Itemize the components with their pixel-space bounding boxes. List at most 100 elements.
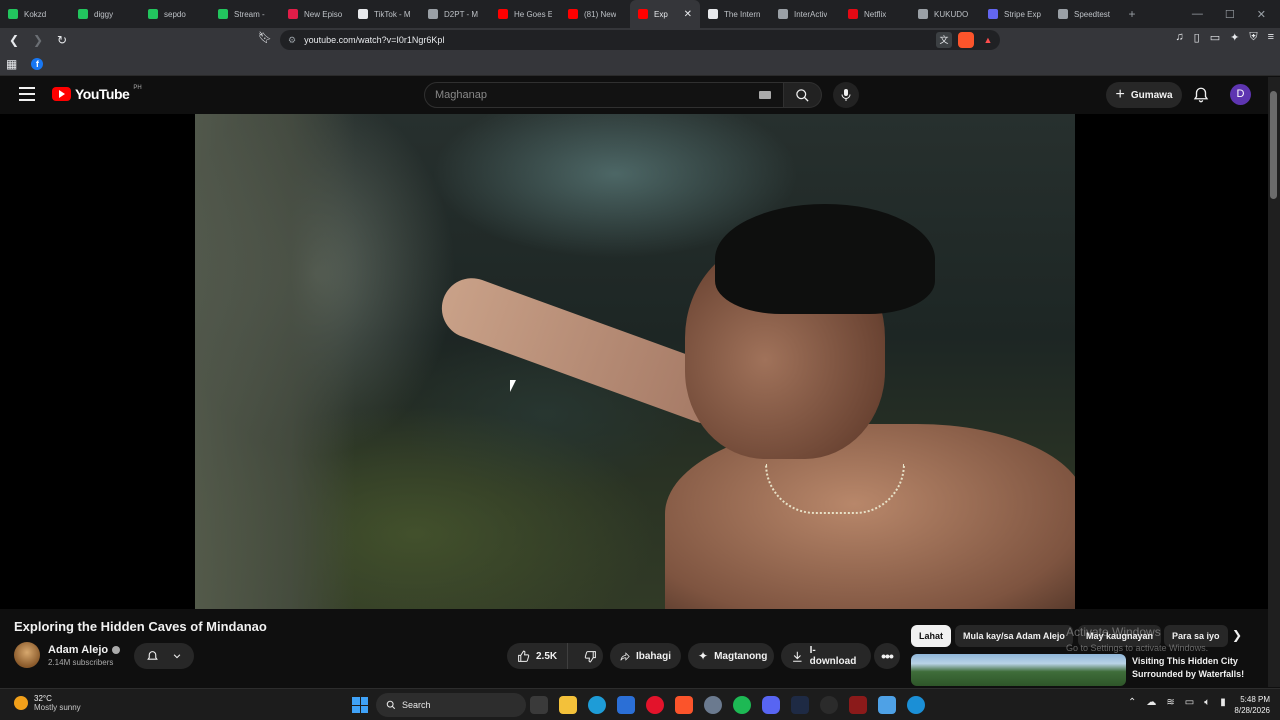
store-icon[interactable] — [617, 696, 635, 714]
browser-tab[interactable]: InterActiv — [770, 0, 840, 28]
hamburger-menu-icon[interactable] — [19, 87, 35, 101]
task-view-icon[interactable] — [530, 696, 548, 714]
browser-tab[interactable]: Exp ✕ — [630, 0, 700, 28]
related-video-title[interactable]: Visiting This Hidden City Surrounded by … — [1132, 655, 1252, 681]
subscription-notifications-button[interactable] — [134, 643, 194, 669]
wallet-icon[interactable]: ▭ — [1210, 31, 1220, 44]
chevron-right-icon[interactable]: ❯ — [1232, 628, 1242, 642]
browser-tab[interactable]: Netflix — [840, 0, 910, 28]
new-tab-icon[interactable]: + — [1120, 7, 1144, 21]
brave-rewards-icon[interactable]: ▲ — [980, 32, 996, 48]
edge-icon[interactable] — [588, 696, 606, 714]
related-video-thumbnail[interactable] — [911, 654, 1126, 686]
tab-favicon-icon — [148, 9, 158, 19]
notepad-icon[interactable] — [878, 696, 896, 714]
vscode-icon[interactable] — [791, 696, 809, 714]
vpn-icon[interactable]: ⛨ — [1249, 31, 1257, 44]
bookmark-icon[interactable]: 🔖︎ — [258, 31, 272, 47]
tab-favicon-icon — [8, 9, 18, 19]
search-box — [424, 82, 784, 108]
filter-chip[interactable]: Mula kay/sa Adam Alejo — [955, 625, 1073, 647]
back-icon[interactable]: ❮ — [4, 33, 24, 47]
settings-icon[interactable] — [704, 696, 722, 714]
spotify-icon[interactable] — [733, 696, 751, 714]
adobe-icon[interactable] — [849, 696, 867, 714]
reload-icon[interactable]: ↻ — [52, 33, 72, 47]
channel-name-row[interactable]: Adam Alejo — [48, 644, 121, 656]
messenger-icon[interactable] — [907, 696, 925, 714]
browser-tab[interactable]: Speedtest — [1050, 0, 1120, 28]
sidebar-icon[interactable]: ▯ — [1194, 31, 1200, 44]
maximize-icon[interactable]: ☐ — [1225, 8, 1235, 21]
tab-favicon-icon — [638, 9, 648, 19]
like-button[interactable]: 2.5K — [507, 643, 569, 669]
file-explorer-icon[interactable] — [559, 696, 577, 714]
wifi-icon[interactable]: ≋ — [1166, 697, 1174, 708]
browser-tab[interactable]: The Intern — [700, 0, 770, 28]
leo-ai-icon[interactable]: ✦ — [1230, 31, 1239, 44]
tab-favicon-icon — [848, 9, 858, 19]
chatgpt-icon[interactable] — [820, 696, 838, 714]
opera-icon[interactable] — [646, 696, 664, 714]
close-window-icon[interactable]: ✕ — [1257, 8, 1266, 21]
ask-button[interactable]: ✦ Magtanong — [688, 643, 774, 669]
search-input[interactable] — [435, 89, 745, 101]
search-button[interactable] — [784, 82, 822, 108]
browser-tab[interactable]: He Goes E — [490, 0, 560, 28]
browser-tab[interactable]: TikTok - M — [350, 0, 420, 28]
account-avatar[interactable]: D — [1230, 84, 1251, 105]
tab-title: Stream - — [234, 9, 265, 19]
create-button[interactable]: + Gumawa — [1106, 82, 1182, 108]
browser-tab[interactable]: Stream - — [210, 0, 280, 28]
channel-avatar[interactable] — [14, 642, 40, 668]
scrollbar-thumb[interactable] — [1270, 91, 1277, 199]
browser-tab[interactable]: diggy — [70, 0, 140, 28]
system-clock[interactable]: 5:48 PM 8/28/2026 — [1226, 694, 1270, 716]
browser-tab[interactable]: Stripe Exp — [980, 0, 1050, 28]
cloud-icon[interactable]: ☁ — [1146, 697, 1156, 708]
media-icon[interactable]: ♫ — [1175, 31, 1183, 44]
download-button[interactable]: I-download — [781, 643, 871, 669]
battery-icon[interactable]: ▮ — [1220, 697, 1226, 708]
browser-tab[interactable]: (81) New — [560, 0, 630, 28]
minimize-icon[interactable]: — — [1192, 8, 1203, 20]
taskbar-search[interactable]: Search — [376, 693, 526, 717]
tab-title: Exp — [654, 9, 668, 19]
translate-icon[interactable]: 文 — [936, 32, 952, 48]
discord-icon[interactable] — [762, 696, 780, 714]
browser-tab[interactable]: sepdo — [140, 0, 210, 28]
volume-icon[interactable]: 🔈︎ — [1204, 697, 1210, 708]
voice-search-button[interactable] — [833, 82, 859, 108]
browser-tab[interactable]: New Episo — [280, 0, 350, 28]
video-frame[interactable] — [195, 114, 1075, 609]
menu-icon[interactable]: ≡ — [1268, 31, 1274, 44]
video-player[interactable] — [0, 114, 1268, 609]
keyboard-icon[interactable] — [759, 91, 771, 99]
more-actions-button[interactable]: ••• — [874, 643, 900, 669]
notifications-bell-icon[interactable] — [1192, 86, 1210, 104]
forward-icon[interactable]: ❯ — [28, 33, 48, 47]
page-scrollbar[interactable] — [1268, 77, 1280, 687]
site-info-icon[interactable]: ⚙ — [288, 35, 296, 46]
tray-overflow-icon[interactable]: ⌃ — [1128, 697, 1136, 708]
browser-tab[interactable]: Kokzd — [0, 0, 70, 28]
brave-icon[interactable] — [675, 696, 693, 714]
browser-tab[interactable]: D2PT - M — [420, 0, 490, 28]
browser-tab[interactable]: KUKUDO — [910, 0, 980, 28]
address-bar-row: ❮ ❯ ↻ 🔖︎ ⚙ youtube.com/watch?v=I0r1Ngr6K… — [0, 28, 1280, 52]
bookmarks-bar: ▦ f — [0, 52, 1280, 76]
weather-widget[interactable]: 32°C Mostly sunny — [14, 694, 81, 712]
filter-chip[interactable]: Lahat — [911, 625, 952, 647]
close-tab-icon[interactable]: ✕ — [684, 9, 692, 20]
url-bar[interactable]: ⚙ youtube.com/watch?v=I0r1Ngr6Kpl 文 ▲ — [280, 30, 1000, 50]
apps-grid-icon[interactable]: ▦ — [6, 57, 17, 71]
windows-start-icon[interactable] — [352, 697, 368, 713]
dislike-button[interactable] — [574, 643, 607, 669]
tab-title: (81) New — [584, 9, 617, 19]
youtube-logo[interactable]: YouTube PH — [52, 85, 142, 102]
display-icon[interactable]: ▭ — [1185, 697, 1194, 708]
share-button[interactable]: Ibahagi — [610, 643, 681, 669]
thumbs-up-icon — [518, 650, 530, 662]
brave-shield-icon[interactable] — [958, 32, 974, 48]
facebook-icon[interactable]: f — [31, 57, 44, 70]
